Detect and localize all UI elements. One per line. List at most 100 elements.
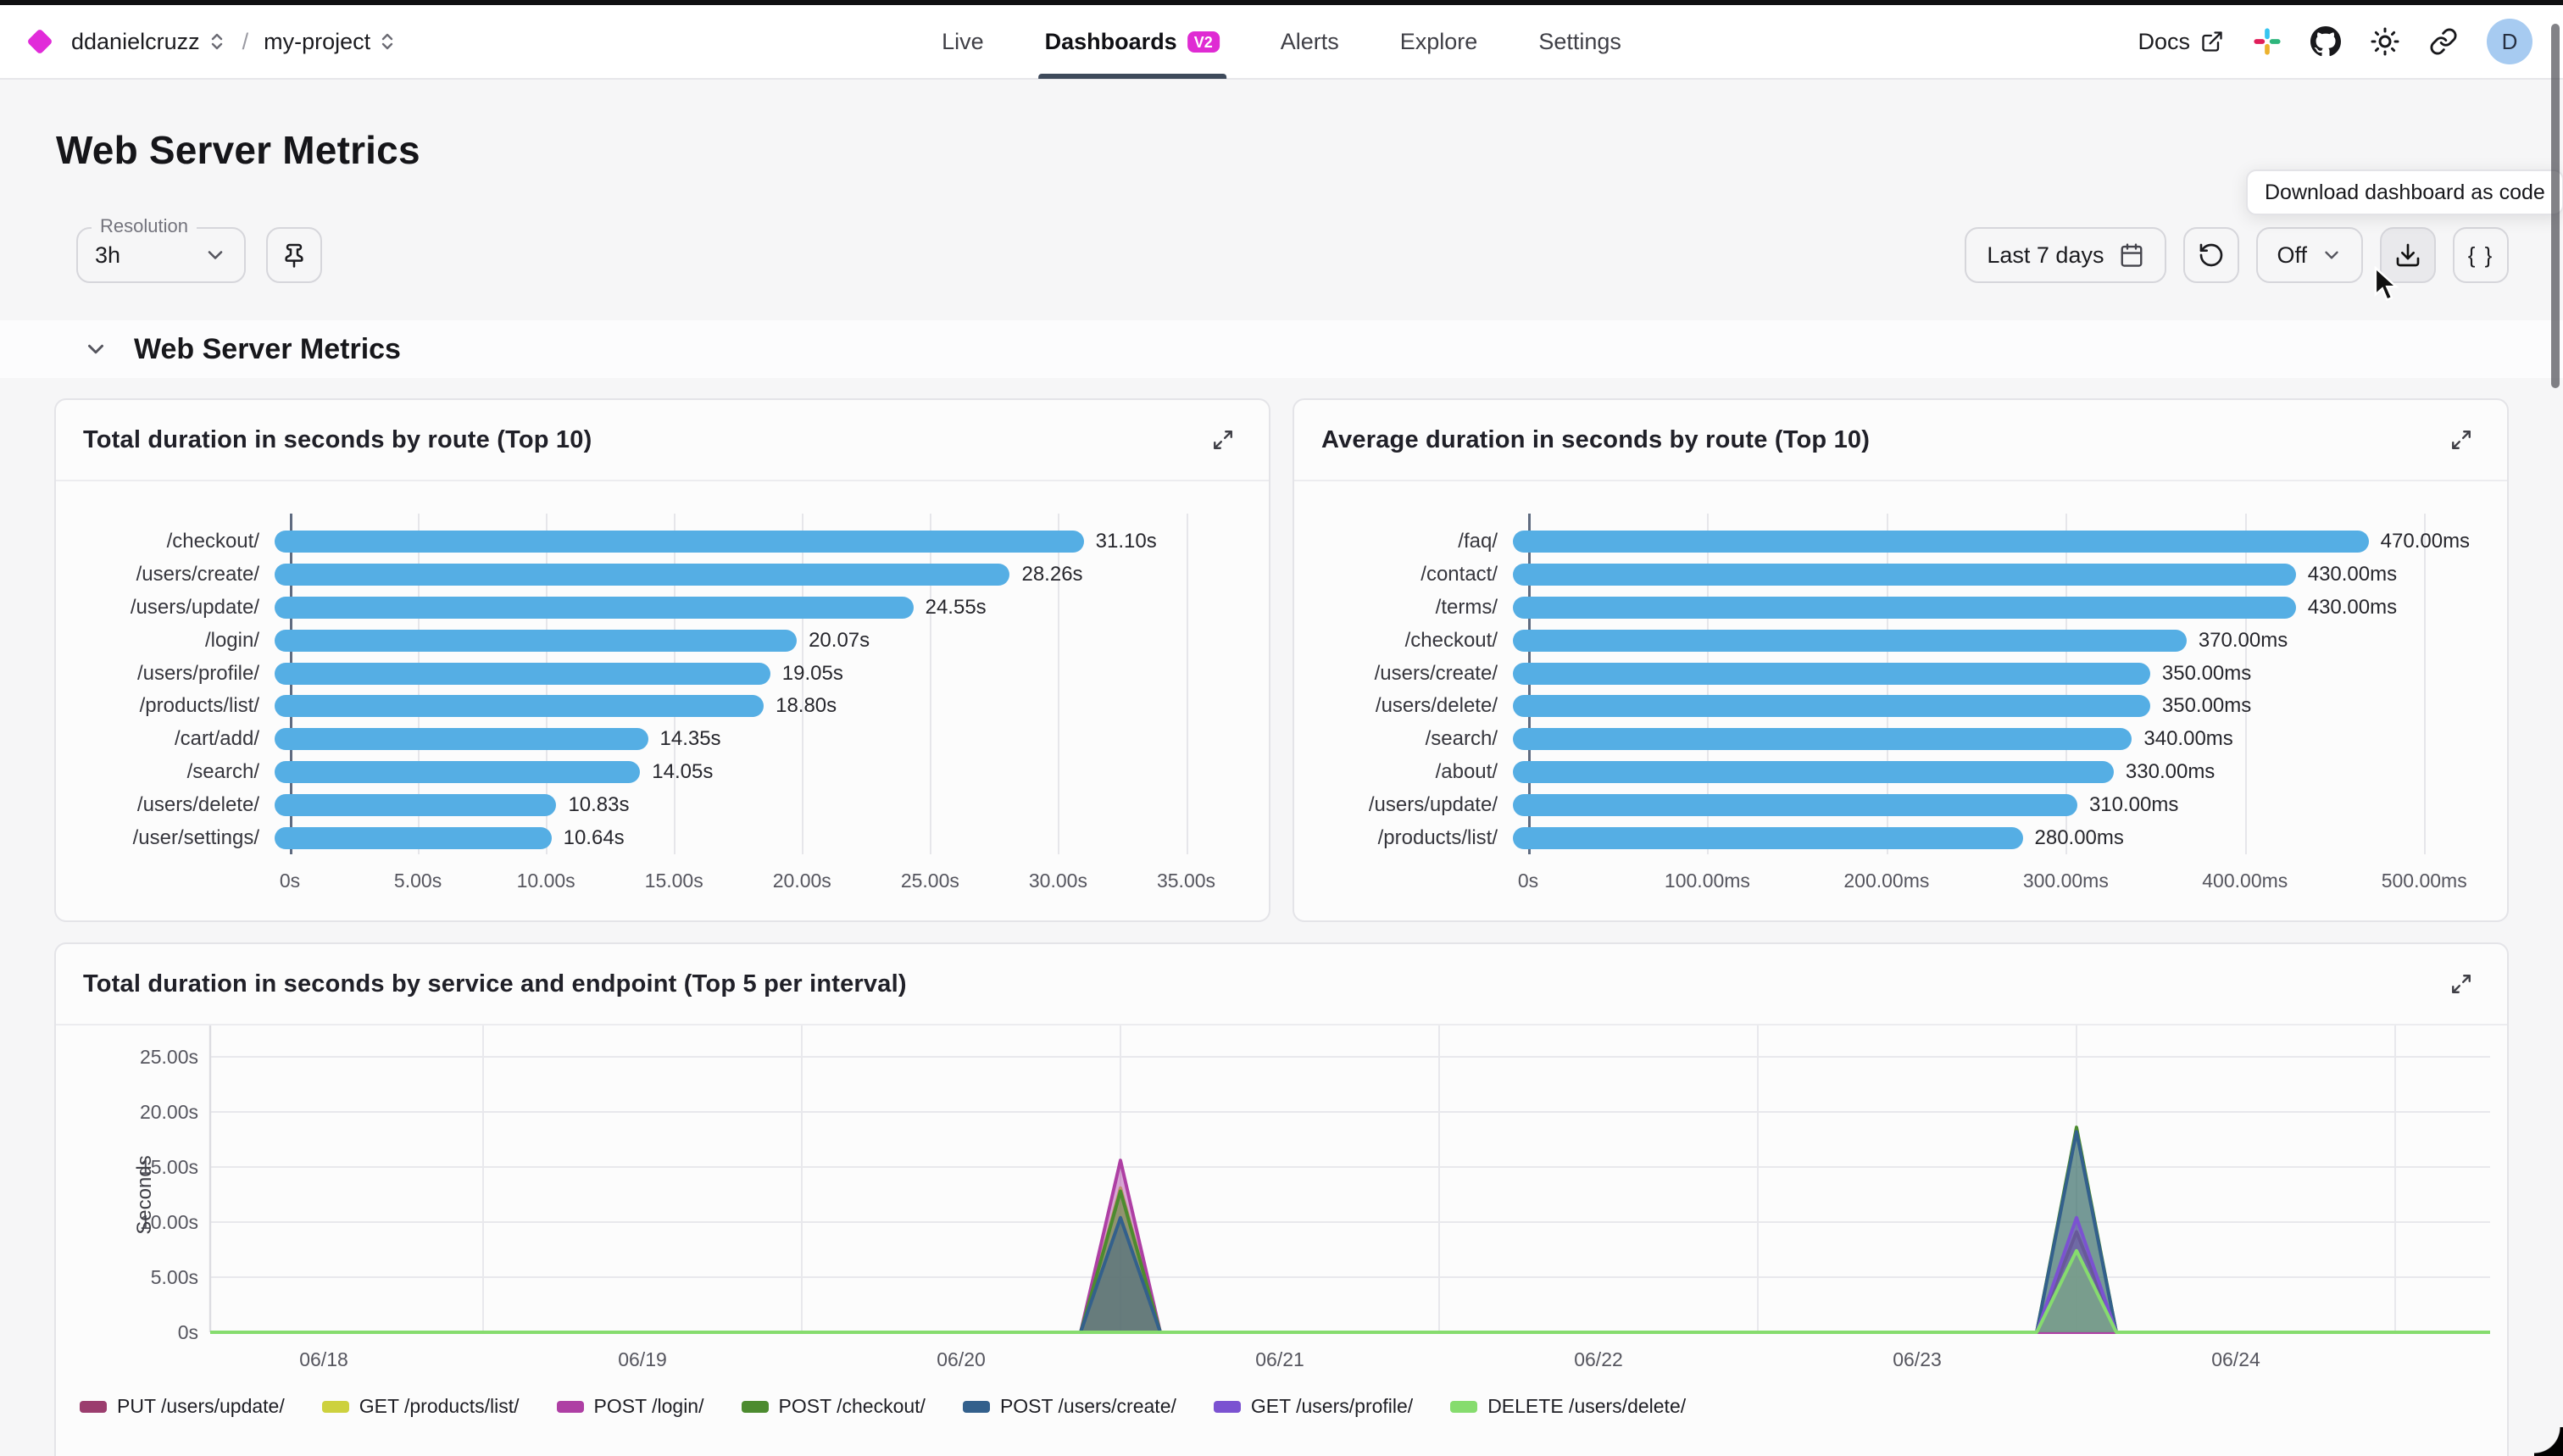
slack-icon[interactable] [2253,27,2282,56]
value-label: 10.64s [564,827,625,849]
bar[interactable]: 28.26s [275,564,1009,586]
legend-swatch [557,1401,584,1413]
legend-item[interactable]: GET /users/profile/ [1214,1395,1413,1418]
bar-row: /users/delete/350.00ms [1294,690,2483,723]
bar-row: /user/settings/10.64s [56,821,1245,854]
bar-row: /search/14.05s [56,756,1245,789]
bar[interactable]: 350.00ms [1513,663,2150,685]
tab-alerts[interactable]: Alerts [1281,4,1339,79]
category-label: /users/profile/ [56,662,275,686]
legend-item[interactable]: GET /products/list/ [322,1395,520,1418]
x-tick-label: 15.00s [645,870,703,892]
series-line [210,1251,2490,1332]
bar[interactable]: 14.05s [275,761,640,783]
tab-explore[interactable]: Explore [1400,4,1478,79]
panel-total-duration-by-route: Total duration in seconds by route (Top … [54,398,1270,922]
panel-title: Average duration in seconds by route (To… [1321,426,1870,454]
series-line [210,1127,2490,1332]
chevron-down-icon [2321,244,2343,266]
time-range-button[interactable]: Last 7 days [1965,227,2166,283]
value-label: 14.35s [660,728,721,750]
legend-swatch [1450,1401,1477,1413]
maximize-icon [2450,429,2472,451]
bar[interactable]: 31.10s [275,531,1084,553]
bar[interactable]: 280.00ms [1513,827,2023,849]
section-title: Web Server Metrics [134,333,401,366]
docs-link[interactable]: Docs [2138,29,2224,55]
bar[interactable]: 470.00ms [1513,531,2369,553]
bar[interactable]: 430.00ms [1513,564,2296,586]
github-icon[interactable] [2310,26,2341,57]
download-dashboard-button[interactable] [2380,227,2436,283]
tab-dashboards[interactable]: Dashboards V2 [1045,4,1220,79]
pin-resolution-button[interactable] [266,227,322,283]
expand-panel-button[interactable] [1204,421,1242,458]
bar[interactable]: 340.00ms [1513,728,2132,750]
legend-item[interactable]: POST /checkout/ [742,1395,926,1418]
project-selector[interactable]: my-project [264,29,398,55]
bar[interactable]: 350.00ms [1513,695,2150,717]
bar[interactable]: 18.80s [275,695,764,717]
x-tick-label: 10.00s [517,870,575,892]
user-avatar[interactable]: D [2487,19,2532,64]
bar[interactable]: 310.00ms [1513,794,2077,816]
panel-title: Total duration in seconds by route (Top … [83,426,592,454]
value-label: 10.83s [568,794,629,816]
screen-rounded-corner [2534,1427,2563,1456]
area-fill [210,1251,2490,1332]
series-line [210,1188,2490,1332]
x-tick-label: 25.00s [901,870,959,892]
bar[interactable]: 24.55s [275,597,914,619]
bar[interactable]: 370.00ms [1513,630,2187,652]
panel-duration-by-service-endpoint: Total duration in seconds by service and… [54,942,2509,1456]
refresh-button[interactable] [2183,227,2239,283]
x-tick-label: 5.00s [394,870,442,892]
legend-label: POST /login/ [594,1395,704,1418]
value-label: 470.00ms [2381,531,2470,553]
resolution-select[interactable]: Resolution 3h [76,227,246,283]
section-header[interactable]: Web Server Metrics [0,320,2563,378]
x-tick-label: 300.00ms [2023,870,2109,892]
svg-text:0s: 0s [178,1321,198,1343]
org-selector[interactable]: ddanielcruzz [71,29,227,55]
bar-row: /faq/470.00ms [1294,525,2483,559]
dashboard-json-button[interactable]: { } [2453,227,2509,283]
legend-item[interactable]: POST /login/ [557,1395,704,1418]
bar[interactable]: 10.64s [275,827,552,849]
bar-row: /users/create/28.26s [56,559,1245,592]
value-label: 19.05s [782,663,843,685]
category-label: /login/ [56,629,275,653]
share-link-icon[interactable] [2429,27,2458,56]
x-tick-label: 20.00s [773,870,831,892]
category-label: /about/ [1294,760,1513,784]
category-label: /search/ [56,760,275,784]
value-label: 310.00ms [2089,794,2178,816]
expand-panel-button[interactable] [2443,421,2480,458]
bar[interactable]: 330.00ms [1513,761,2114,783]
chevron-down-icon [203,243,227,267]
legend-item[interactable]: POST /users/create/ [963,1395,1176,1418]
category-label: /users/delete/ [1294,694,1513,718]
value-label: 350.00ms [2162,695,2251,717]
category-label: /products/list/ [1294,826,1513,850]
bar-row: /terms/430.00ms [1294,592,2483,625]
bar-row: /cart/add/14.35s [56,723,1245,756]
legend-swatch [80,1401,107,1413]
bar[interactable]: 430.00ms [1513,597,2296,619]
category-label: /user/settings/ [56,826,275,850]
value-label: 20.07s [809,630,870,652]
bar[interactable]: 20.07s [275,630,797,652]
tab-settings[interactable]: Settings [1538,4,1621,79]
category-label: /users/create/ [56,563,275,586]
auto-refresh-select[interactable]: Off [2256,227,2363,283]
expand-panel-button[interactable] [2443,965,2480,1003]
legend-item[interactable]: DELETE /users/delete/ [1450,1395,1686,1418]
scrollbar-thumb[interactable] [2551,24,2560,388]
theme-toggle-sun-icon[interactable] [2370,26,2400,57]
bar[interactable]: 14.35s [275,728,648,750]
bar[interactable]: 19.05s [275,663,770,685]
tab-live[interactable]: Live [942,4,984,79]
bar[interactable]: 10.83s [275,794,556,816]
external-link-icon [2200,30,2224,53]
legend-item[interactable]: PUT /users/update/ [80,1395,285,1418]
